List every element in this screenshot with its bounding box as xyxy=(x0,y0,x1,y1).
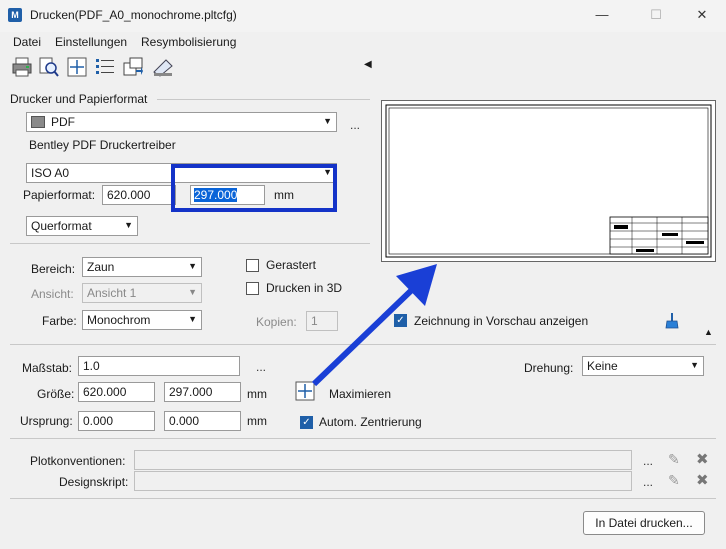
orientation-select[interactable]: Querformat ▼ xyxy=(26,216,138,236)
plotkonventionen-input[interactable] xyxy=(134,450,632,470)
bereich-value: Zaun xyxy=(87,260,115,274)
section-divider xyxy=(10,243,370,244)
fit-extents-icon[interactable] xyxy=(66,56,88,78)
designskript-clear-icon[interactable]: ✖ xyxy=(696,471,709,489)
farbe-value: Monochrom xyxy=(87,313,151,327)
groesse-label: Größe: xyxy=(37,387,75,401)
maximize-button[interactable]: ☐ xyxy=(646,6,666,24)
chevron-down-icon: ▼ xyxy=(124,220,133,230)
section-divider xyxy=(157,99,370,100)
kopien-label: Kopien: xyxy=(256,315,297,329)
title-bar: M Drucken(PDF_A0_monochrome.pltcfg) — ☐ … xyxy=(0,0,726,32)
ansicht-label: Ansicht: xyxy=(31,287,74,301)
drehung-value: Keine xyxy=(587,359,618,373)
print-to-file-button[interactable]: In Datei drucken... xyxy=(583,511,705,535)
ursprung-unit-label: mm xyxy=(247,414,267,428)
autom-zentrierung-label: Autom. Zentrierung xyxy=(319,415,422,429)
annotation-arrow xyxy=(311,264,437,387)
printer-value: PDF xyxy=(51,115,75,129)
collapse-left-icon[interactable]: ◀ xyxy=(364,59,372,70)
farbe-label: Farbe: xyxy=(42,314,77,328)
ansicht-value: Ansicht 1 xyxy=(87,286,137,300)
orientation-value: Querformat xyxy=(31,219,92,233)
brush-icon[interactable] xyxy=(664,312,680,330)
chevron-down-icon: ▼ xyxy=(323,116,332,126)
section-divider xyxy=(10,438,716,439)
printer-select[interactable]: PDF ▼ xyxy=(26,112,337,132)
ursprung-x-input[interactable]: 0.000 xyxy=(78,411,155,431)
groesse-unit-label: mm xyxy=(247,387,267,401)
chevron-down-icon: ▼ xyxy=(188,287,197,297)
groesse-height-input[interactable]: 297.000 xyxy=(164,382,241,402)
bereich-select[interactable]: Zaun ▼ xyxy=(82,257,202,277)
menu-einstellungen[interactable]: Einstellungen xyxy=(55,35,127,49)
autom-zentrierung-checkbox[interactable]: ✓ xyxy=(300,416,313,429)
chevron-down-icon: ▼ xyxy=(188,314,197,324)
pdf-printer-icon xyxy=(31,116,45,128)
designskript-label: Designskript: xyxy=(59,475,129,489)
paper-format-label: Papierformat: xyxy=(23,188,96,202)
menu-bar: Datei Einstellungen Resymbolisierung xyxy=(0,33,726,51)
copy-window-icon[interactable] xyxy=(122,56,144,78)
massstab-more-button[interactable]: ... xyxy=(256,360,266,374)
list-icon[interactable] xyxy=(94,56,116,78)
window-title: Drucken(PDF_A0_monochrome.pltcfg) xyxy=(30,8,237,22)
driver-label: Bentley PDF Druckertreiber xyxy=(29,138,176,152)
plotkonventionen-edit-icon[interactable]: ✎ xyxy=(668,451,680,468)
section-divider xyxy=(10,498,716,499)
drucken-3d-checkbox[interactable] xyxy=(246,282,259,295)
printer-icon[interactable] xyxy=(11,56,33,78)
paper-width-input[interactable]: 620.000 xyxy=(102,185,176,205)
printer-more-button[interactable]: ... xyxy=(350,118,360,132)
plotkonventionen-more-button[interactable]: ... xyxy=(643,454,653,468)
massstab-input[interactable]: 1.0 xyxy=(78,356,240,376)
chevron-down-icon: ▼ xyxy=(188,261,197,271)
collapse-up-icon[interactable]: ▲ xyxy=(704,327,713,337)
minimize-button[interactable]: — xyxy=(592,6,612,24)
print-preview xyxy=(381,100,716,262)
designskript-more-button[interactable]: ... xyxy=(643,475,653,489)
menu-datei[interactable]: Datei xyxy=(13,35,41,49)
preview-zoom-icon[interactable] xyxy=(38,56,60,78)
ansicht-select[interactable]: Ansicht 1 ▼ xyxy=(82,283,202,303)
drehung-label: Drehung: xyxy=(524,361,574,375)
scanner-icon[interactable] xyxy=(152,56,174,78)
printer-section-heading: Drucker und Papierformat xyxy=(10,92,148,106)
designskript-edit-icon[interactable]: ✎ xyxy=(668,472,680,489)
ursprung-label: Ursprung: xyxy=(20,414,73,428)
chevron-down-icon: ▼ xyxy=(690,360,699,370)
preview-drawing xyxy=(385,104,712,258)
gerastert-checkbox[interactable] xyxy=(246,259,259,272)
paper-size-value: ISO A0 xyxy=(31,166,70,180)
groesse-width-input[interactable]: 620.000 xyxy=(78,382,155,402)
highlight-box xyxy=(171,164,337,212)
menu-resymbolisierung[interactable]: Resymbolisierung xyxy=(141,35,236,49)
plotkonventionen-label: Plotkonventionen: xyxy=(30,454,126,468)
massstab-label: Maßstab: xyxy=(22,361,73,375)
plotkonventionen-clear-icon[interactable]: ✖ xyxy=(696,450,709,468)
close-button[interactable]: ✕ xyxy=(692,6,712,24)
ursprung-y-input[interactable]: 0.000 xyxy=(164,411,241,431)
app-icon: M xyxy=(8,8,22,22)
farbe-select[interactable]: Monochrom ▼ xyxy=(82,310,202,330)
drehung-select[interactable]: Keine ▼ xyxy=(582,356,704,376)
designskript-input[interactable] xyxy=(134,471,632,491)
bereich-label: Bereich: xyxy=(31,262,76,276)
